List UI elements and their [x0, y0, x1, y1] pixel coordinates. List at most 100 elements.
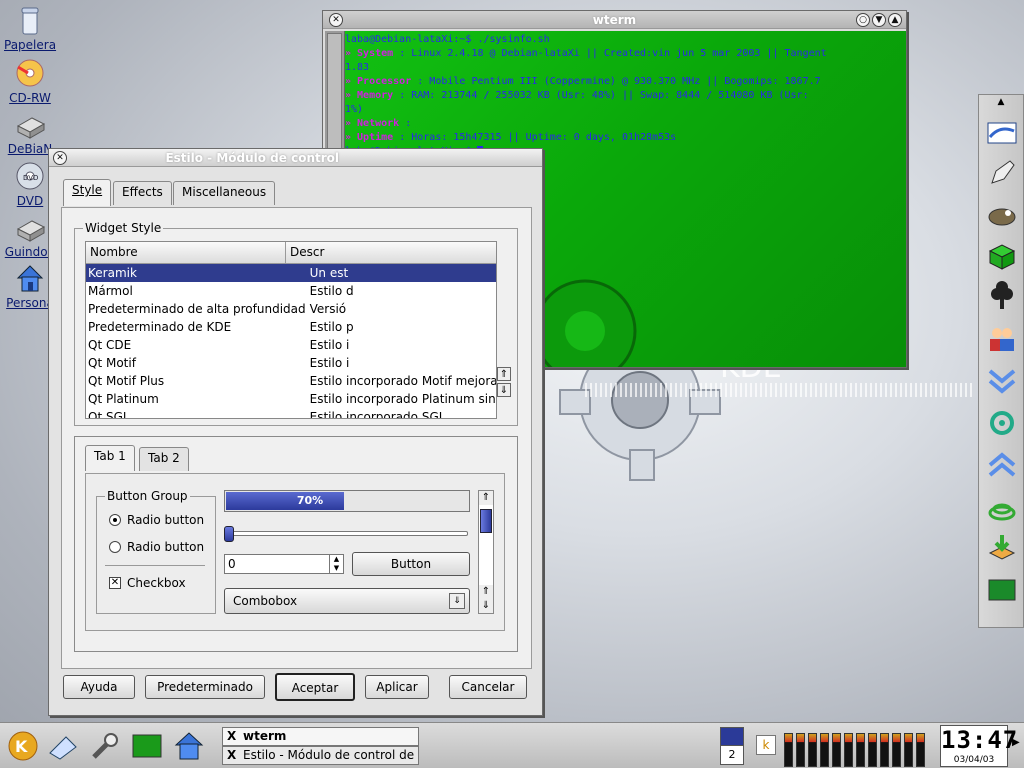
column-header-descr[interactable]: Descr [286, 242, 496, 263]
maximize-icon[interactable]: ▲ [888, 13, 902, 27]
scroll-down-icon[interactable]: ⇓ [479, 599, 493, 613]
style-list-row[interactable]: Mármol Estilo d [86, 282, 496, 300]
system-monitor-bar [832, 733, 841, 767]
pager-desktop-2[interactable]: 2 [721, 746, 743, 764]
tab-miscellaneous[interactable]: Miscellaneous [173, 181, 276, 205]
gimp-icon[interactable] [986, 199, 1018, 231]
preview-button[interactable]: Button [352, 552, 470, 576]
spinbox[interactable]: 0 ▲ ▼ [224, 554, 344, 574]
style-list-row[interactable]: Qt SGI Estilo incorporado SGI [86, 408, 496, 418]
terminal-launcher-icon[interactable] [130, 729, 164, 763]
scroll-up-icon[interactable]: ⇑ [497, 367, 511, 381]
pager[interactable]: 2 [720, 727, 744, 765]
desktop-icon-trash[interactable]: Papelera [4, 4, 56, 52]
column-header-nombre[interactable]: Nombre [86, 242, 286, 263]
chevron-down-icon[interactable] [986, 365, 1018, 397]
combobox[interactable]: Combobox ⇓ [224, 588, 470, 614]
radio-button-2[interactable]: Radio button [109, 540, 204, 554]
kde-menu-icon[interactable]: K [6, 729, 40, 763]
dvd-icon: DVD [14, 160, 46, 192]
chevron-right-icon[interactable]: ▶ [1012, 737, 1020, 748]
package-icon[interactable] [986, 239, 1018, 271]
chevron-down-icon[interactable]: ⇓ [449, 593, 465, 609]
style-name: Keramik [86, 264, 308, 282]
drawing-app-icon[interactable] [986, 117, 1018, 149]
slider-handle[interactable] [224, 526, 234, 542]
monitor-icon[interactable] [986, 575, 1018, 607]
preview-tab-1[interactable]: Tab 1 [85, 445, 135, 471]
trash-icon [14, 4, 46, 36]
style-list-row[interactable]: Qt Motif Plus Estilo incorporado Motif me… [86, 372, 496, 390]
desktop-icon-cdrw[interactable]: CD-RW [4, 57, 56, 105]
minimize-icon[interactable]: ▼ [872, 13, 886, 27]
style-list-row[interactable]: Keramik Un est [86, 264, 496, 282]
style-list-row[interactable]: Qt CDE Estilo i [86, 336, 496, 354]
style-dialog[interactable]: ✕ Estilo - Módulo de control Style Effec… [48, 148, 543, 716]
klipper-icon[interactable]: k [756, 735, 776, 755]
apply-button[interactable]: Aplicar [365, 675, 429, 699]
clock-time: 13:47 [941, 726, 1019, 754]
style-description: Estilo i [309, 356, 350, 370]
menu-icon[interactable]: ○ [856, 13, 870, 27]
terminal-titlebar[interactable]: ✕ wterm ○ ▼ ▲ [323, 11, 906, 29]
defaults-button[interactable]: Predeterminado [145, 675, 265, 699]
task-style-dialog[interactable]: X Estilo - Módulo de control de KD [222, 746, 419, 765]
terminal-line: » Network : [345, 118, 412, 129]
scroll-up-icon[interactable]: ⇑ [479, 491, 493, 505]
dialog-tabbar: Style Effects Miscellaneous [61, 179, 531, 209]
task-wterm[interactable]: X wterm [222, 727, 419, 746]
help-button[interactable]: Ayuda [63, 675, 135, 699]
cancel-button[interactable]: Cancelar [449, 675, 527, 699]
checkbox-checked-icon: ✕ [109, 577, 121, 589]
preview-vscrollbar[interactable]: ⇑ ⇑ ⇓ [478, 490, 494, 614]
system-monitor-bar [916, 733, 925, 767]
pen-editor-icon[interactable] [986, 157, 1018, 189]
clock[interactable]: 13:47 03/04/03 [940, 725, 1019, 767]
style-name: Qt Motif Plus [88, 374, 165, 388]
style-list-row[interactable]: Predeterminado de alta profundidad Versió [86, 300, 496, 318]
spin-down-icon[interactable]: ▼ [329, 564, 343, 573]
combobox-value: Combobox [233, 594, 298, 608]
system-monitor-bar [868, 733, 877, 767]
pager-desktop-1[interactable] [721, 728, 743, 746]
radio-button-1[interactable]: Radio button [109, 513, 204, 527]
dialog-titlebar[interactable]: ✕ Estilo - Módulo de control [49, 149, 542, 167]
scroll-down-icon[interactable]: ⇓ [497, 383, 511, 397]
wrench-icon[interactable] [88, 729, 122, 763]
style-list-row[interactable]: Predeterminado de KDE Estilo p [86, 318, 496, 336]
chevron-up-icon[interactable] [986, 449, 1018, 481]
wireless-icon[interactable] [986, 491, 1018, 523]
style-description: Un est [307, 264, 496, 282]
style-list-row[interactable]: Qt Motif Estilo i [86, 354, 496, 372]
checkbox[interactable]: ✕ Checkbox [109, 576, 186, 590]
style-description: Estilo d [309, 284, 354, 298]
desktop-icon[interactable] [46, 729, 80, 763]
terminal-line: » Uptime : Horas: 15h47315 || Uptime: 0 … [345, 132, 677, 143]
task-label: Estilo - Módulo de control de KD [243, 748, 419, 762]
network-icon[interactable] [986, 407, 1018, 439]
scroll-up-icon[interactable]: ⇑ [479, 585, 493, 599]
system-monitor-bar [856, 733, 865, 767]
style-list-row[interactable]: Qt Platinum Estilo incorporado Platinum s… [86, 390, 496, 408]
ok-button[interactable]: Aceptar [275, 673, 355, 701]
spin-up-icon[interactable]: ▲ [329, 555, 343, 564]
style-list-scrollbar[interactable]: ⇑ ⇓ [497, 367, 513, 419]
style-list[interactable]: Nombre Descr Keramik Un est Mármol Estilo d… [85, 241, 497, 419]
preview-tab-2[interactable]: Tab 2 [139, 447, 189, 471]
panel-collapse-icon[interactable]: ▲ [983, 97, 1019, 107]
install-icon[interactable] [986, 533, 1018, 565]
cards-game-icon[interactable] [986, 281, 1018, 313]
tab-style[interactable]: Style [63, 179, 112, 206]
home-folder-icon[interactable] [172, 729, 206, 763]
style-name: Predeterminado de alta profundidad [88, 302, 306, 316]
tab-effects[interactable]: Effects [113, 181, 172, 205]
hard-drive-icon [14, 108, 46, 140]
preview-tabbar: Tab 1 Tab 2 [85, 445, 505, 475]
dialog-title: Estilo - Módulo de control [165, 151, 339, 165]
scroll-thumb[interactable] [480, 509, 492, 533]
style-list-header: Nombre Descr [86, 242, 496, 264]
slider[interactable] [224, 526, 470, 542]
terminal-line: » System : Linux 2.4.18 @ Debian-lataXi … [345, 48, 827, 59]
system-monitor[interactable] [784, 727, 930, 767]
users-icon[interactable] [986, 323, 1018, 355]
